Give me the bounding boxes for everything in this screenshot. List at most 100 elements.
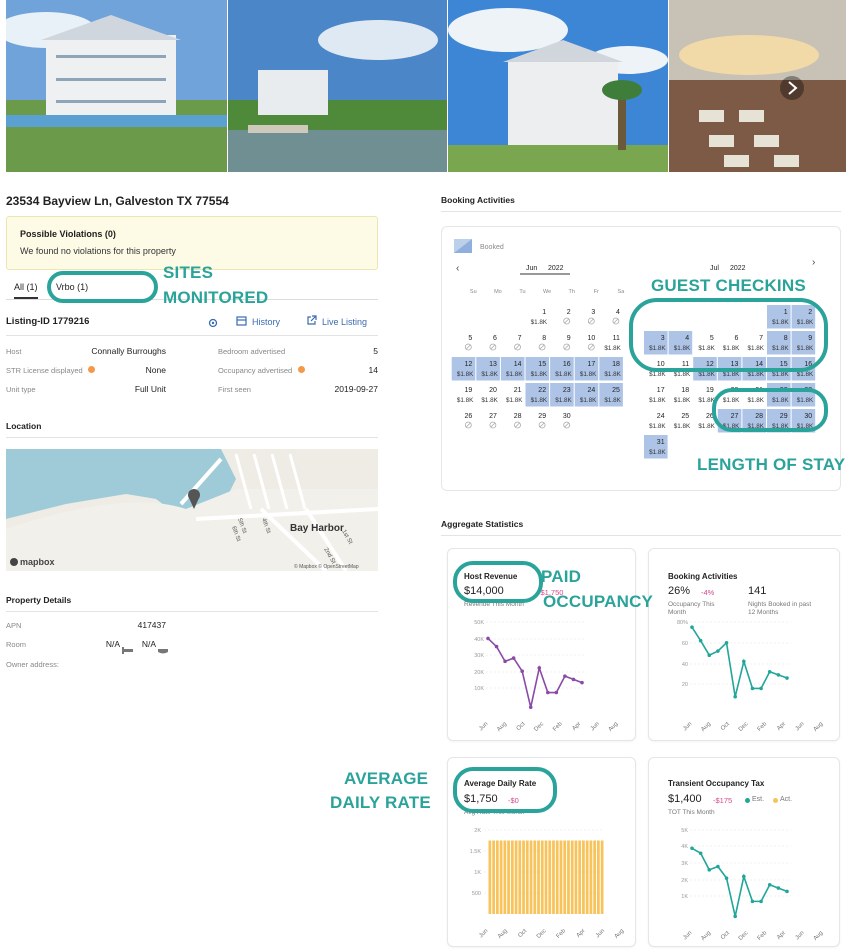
weekday-label: Su xyxy=(470,289,477,295)
x-tick-label: Jun xyxy=(795,930,806,941)
x-tick-label: Jun xyxy=(590,721,601,732)
location-title: Location xyxy=(6,421,42,431)
y-tick-label: 4K xyxy=(681,844,688,850)
bathroom-count: N/A xyxy=(141,639,156,649)
nights-sub: Nights Booked in past xyxy=(748,601,812,608)
day-number: 9 xyxy=(567,335,571,342)
occupancy-value: 26% xyxy=(668,585,691,597)
data-point xyxy=(759,686,763,691)
x-tick-label: Oct xyxy=(517,928,528,939)
day-number: 15 xyxy=(538,361,546,368)
day-number: 3 xyxy=(591,309,595,316)
data-point xyxy=(767,882,772,887)
x-tick-label: Oct xyxy=(720,930,731,941)
photo-1[interactable] xyxy=(6,0,227,172)
bar xyxy=(593,840,597,914)
live-listing-button[interactable]: Live Listing xyxy=(300,312,373,331)
annotation-checkins: GUEST CHECKINS xyxy=(651,276,806,295)
bar xyxy=(582,840,585,914)
nights-value: 141 xyxy=(748,585,767,597)
day-price: $1.8K xyxy=(457,397,474,404)
bar xyxy=(585,840,589,914)
est-dot xyxy=(745,798,750,803)
x-tick-label: Aug xyxy=(700,721,712,733)
owner-address-label: Owner address: xyxy=(6,660,59,669)
day-price: $1.8K xyxy=(481,397,498,404)
day-price: $1.8K xyxy=(698,423,715,430)
property-details-title: Property Details xyxy=(6,595,72,605)
day-number: 1 xyxy=(542,309,546,316)
blocked-day-icon-slash xyxy=(564,422,569,428)
annotation-occupancy: OCCUPANCY xyxy=(543,592,654,611)
tot-card: Transient Occupancy Tax $1,400 -$175 Est… xyxy=(648,757,840,947)
data-point xyxy=(494,644,499,649)
x-tick-label: Dec xyxy=(738,930,750,942)
x-tick-label: Jun xyxy=(595,928,606,939)
bar xyxy=(597,840,600,914)
day-price: $1.8K xyxy=(580,371,597,378)
booking-title: Booking Activities xyxy=(441,195,515,205)
data-point xyxy=(528,705,533,710)
day-number: 17 xyxy=(588,361,596,368)
bar xyxy=(567,840,570,914)
booking-stats-title: Booking Activities xyxy=(668,572,738,581)
day-price: $1.8K xyxy=(698,371,715,378)
data-point xyxy=(716,864,720,869)
series-line xyxy=(691,847,788,917)
y-tick-label: 30K xyxy=(474,653,484,659)
bar xyxy=(510,840,514,914)
x-tick-label: Aug xyxy=(614,928,626,940)
x-tick-label: Oct xyxy=(516,721,527,732)
day-number: 13 xyxy=(489,361,497,368)
location-map[interactable]: Bay Harbor 5th St 4th St 6th St 1st St 2… xyxy=(6,449,378,571)
bar xyxy=(507,840,510,914)
day-number: 31 xyxy=(657,439,665,446)
day-number: 18 xyxy=(612,361,620,368)
bed-icon xyxy=(122,641,133,659)
property-address: 23534 Bayview Ln, Galveston TX 77554 xyxy=(6,194,229,208)
blocked-day-icon-slash xyxy=(589,318,594,324)
tot-value: $1,400 xyxy=(668,793,702,805)
day-number: 29 xyxy=(538,413,546,420)
data-point xyxy=(486,636,490,641)
bath-icon xyxy=(158,641,168,659)
june-year-label: 2022 xyxy=(548,265,564,272)
day-price: $1.8K xyxy=(772,371,789,378)
day-number: 19 xyxy=(706,387,714,394)
day-number: 25 xyxy=(681,413,689,420)
day-number: 27 xyxy=(489,413,497,420)
bedroom-count: N/A xyxy=(105,639,120,649)
day-number: 5 xyxy=(468,335,472,342)
weekday-label: Sa xyxy=(618,289,626,295)
tot-act: Act. xyxy=(780,796,793,803)
photo-4[interactable] xyxy=(669,0,846,172)
weekday-label: Tu xyxy=(519,289,525,295)
day-price: $1.8K xyxy=(674,397,691,404)
x-tick-label: Apr xyxy=(571,721,582,732)
y-tick-label: 2K xyxy=(681,878,688,884)
day-price: $1.8K xyxy=(481,371,498,378)
day-price: $1.8K xyxy=(604,345,621,352)
x-tick-label: Aug xyxy=(496,721,508,733)
annotation-oval-adr xyxy=(453,767,557,813)
x-tick-label: Jun xyxy=(478,721,489,732)
history-button[interactable]: History xyxy=(230,312,286,331)
settings-icon[interactable] xyxy=(207,316,219,328)
first-seen-label: First seen xyxy=(218,385,251,394)
tab-all[interactable]: All (1) xyxy=(14,282,38,299)
occupancy-label: Occupancy advertised xyxy=(218,366,293,375)
day-number: 4 xyxy=(616,309,620,316)
y-tick-label: 1K xyxy=(681,894,688,900)
day-number: 10 xyxy=(588,335,596,342)
host-value: Connally Burroughs xyxy=(91,346,166,356)
data-point xyxy=(776,673,781,677)
day-price: $1.8K xyxy=(531,319,548,326)
photo-3[interactable] xyxy=(448,0,668,172)
day-number: 17 xyxy=(657,387,665,394)
annotation-sites: SITES xyxy=(163,263,214,282)
room-label: Room xyxy=(6,640,27,649)
blocked-day-icon-slash xyxy=(466,344,471,350)
blocked-day-icon-slash xyxy=(490,344,496,350)
photo-2[interactable] xyxy=(228,0,447,172)
day-number: 16 xyxy=(563,361,571,368)
